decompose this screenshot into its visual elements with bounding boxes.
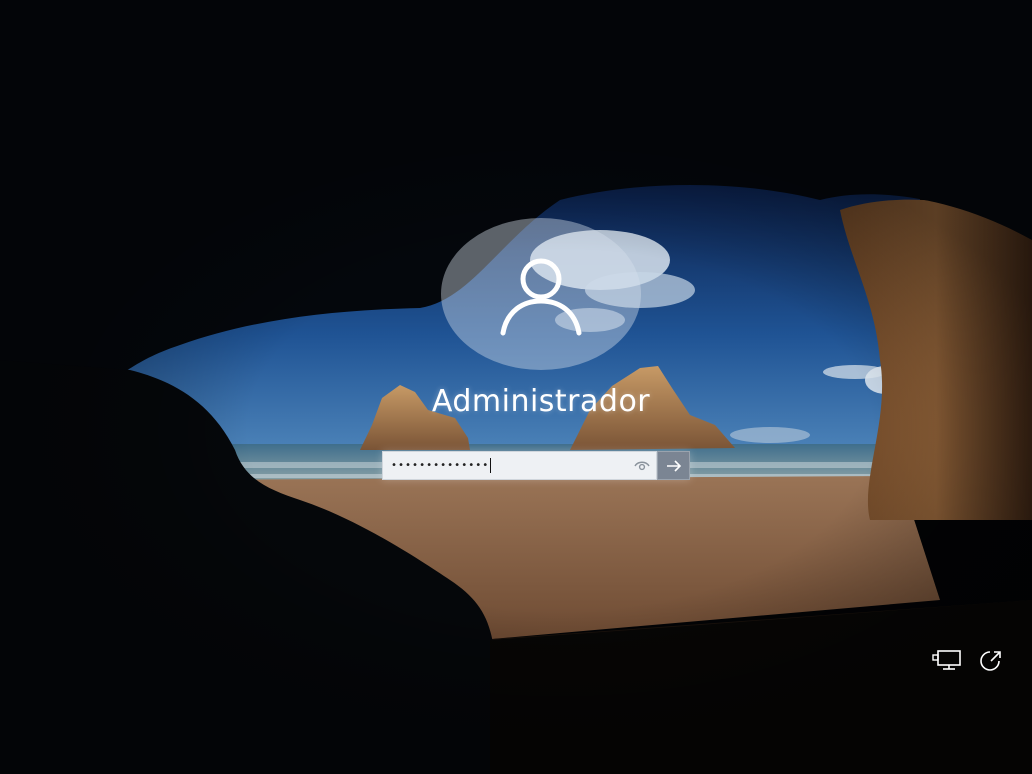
user-name: Administrador <box>431 384 651 419</box>
lock-screen: Administrador •••••••••••••• <box>0 0 1032 774</box>
eye-icon[interactable] <box>634 459 650 473</box>
user-icon <box>500 258 582 336</box>
password-value: •••••••••••••• <box>391 460 490 471</box>
submit-button[interactable] <box>657 451 690 480</box>
password-field[interactable]: •••••••••••••• <box>382 451 657 480</box>
user-avatar <box>441 218 641 370</box>
arrow-right-icon <box>666 459 681 472</box>
password-box: •••••••••••••• <box>382 451 690 480</box>
text-caret <box>490 458 492 473</box>
network-icon[interactable] <box>932 648 964 672</box>
ease-of-access-icon[interactable] <box>976 648 1008 672</box>
